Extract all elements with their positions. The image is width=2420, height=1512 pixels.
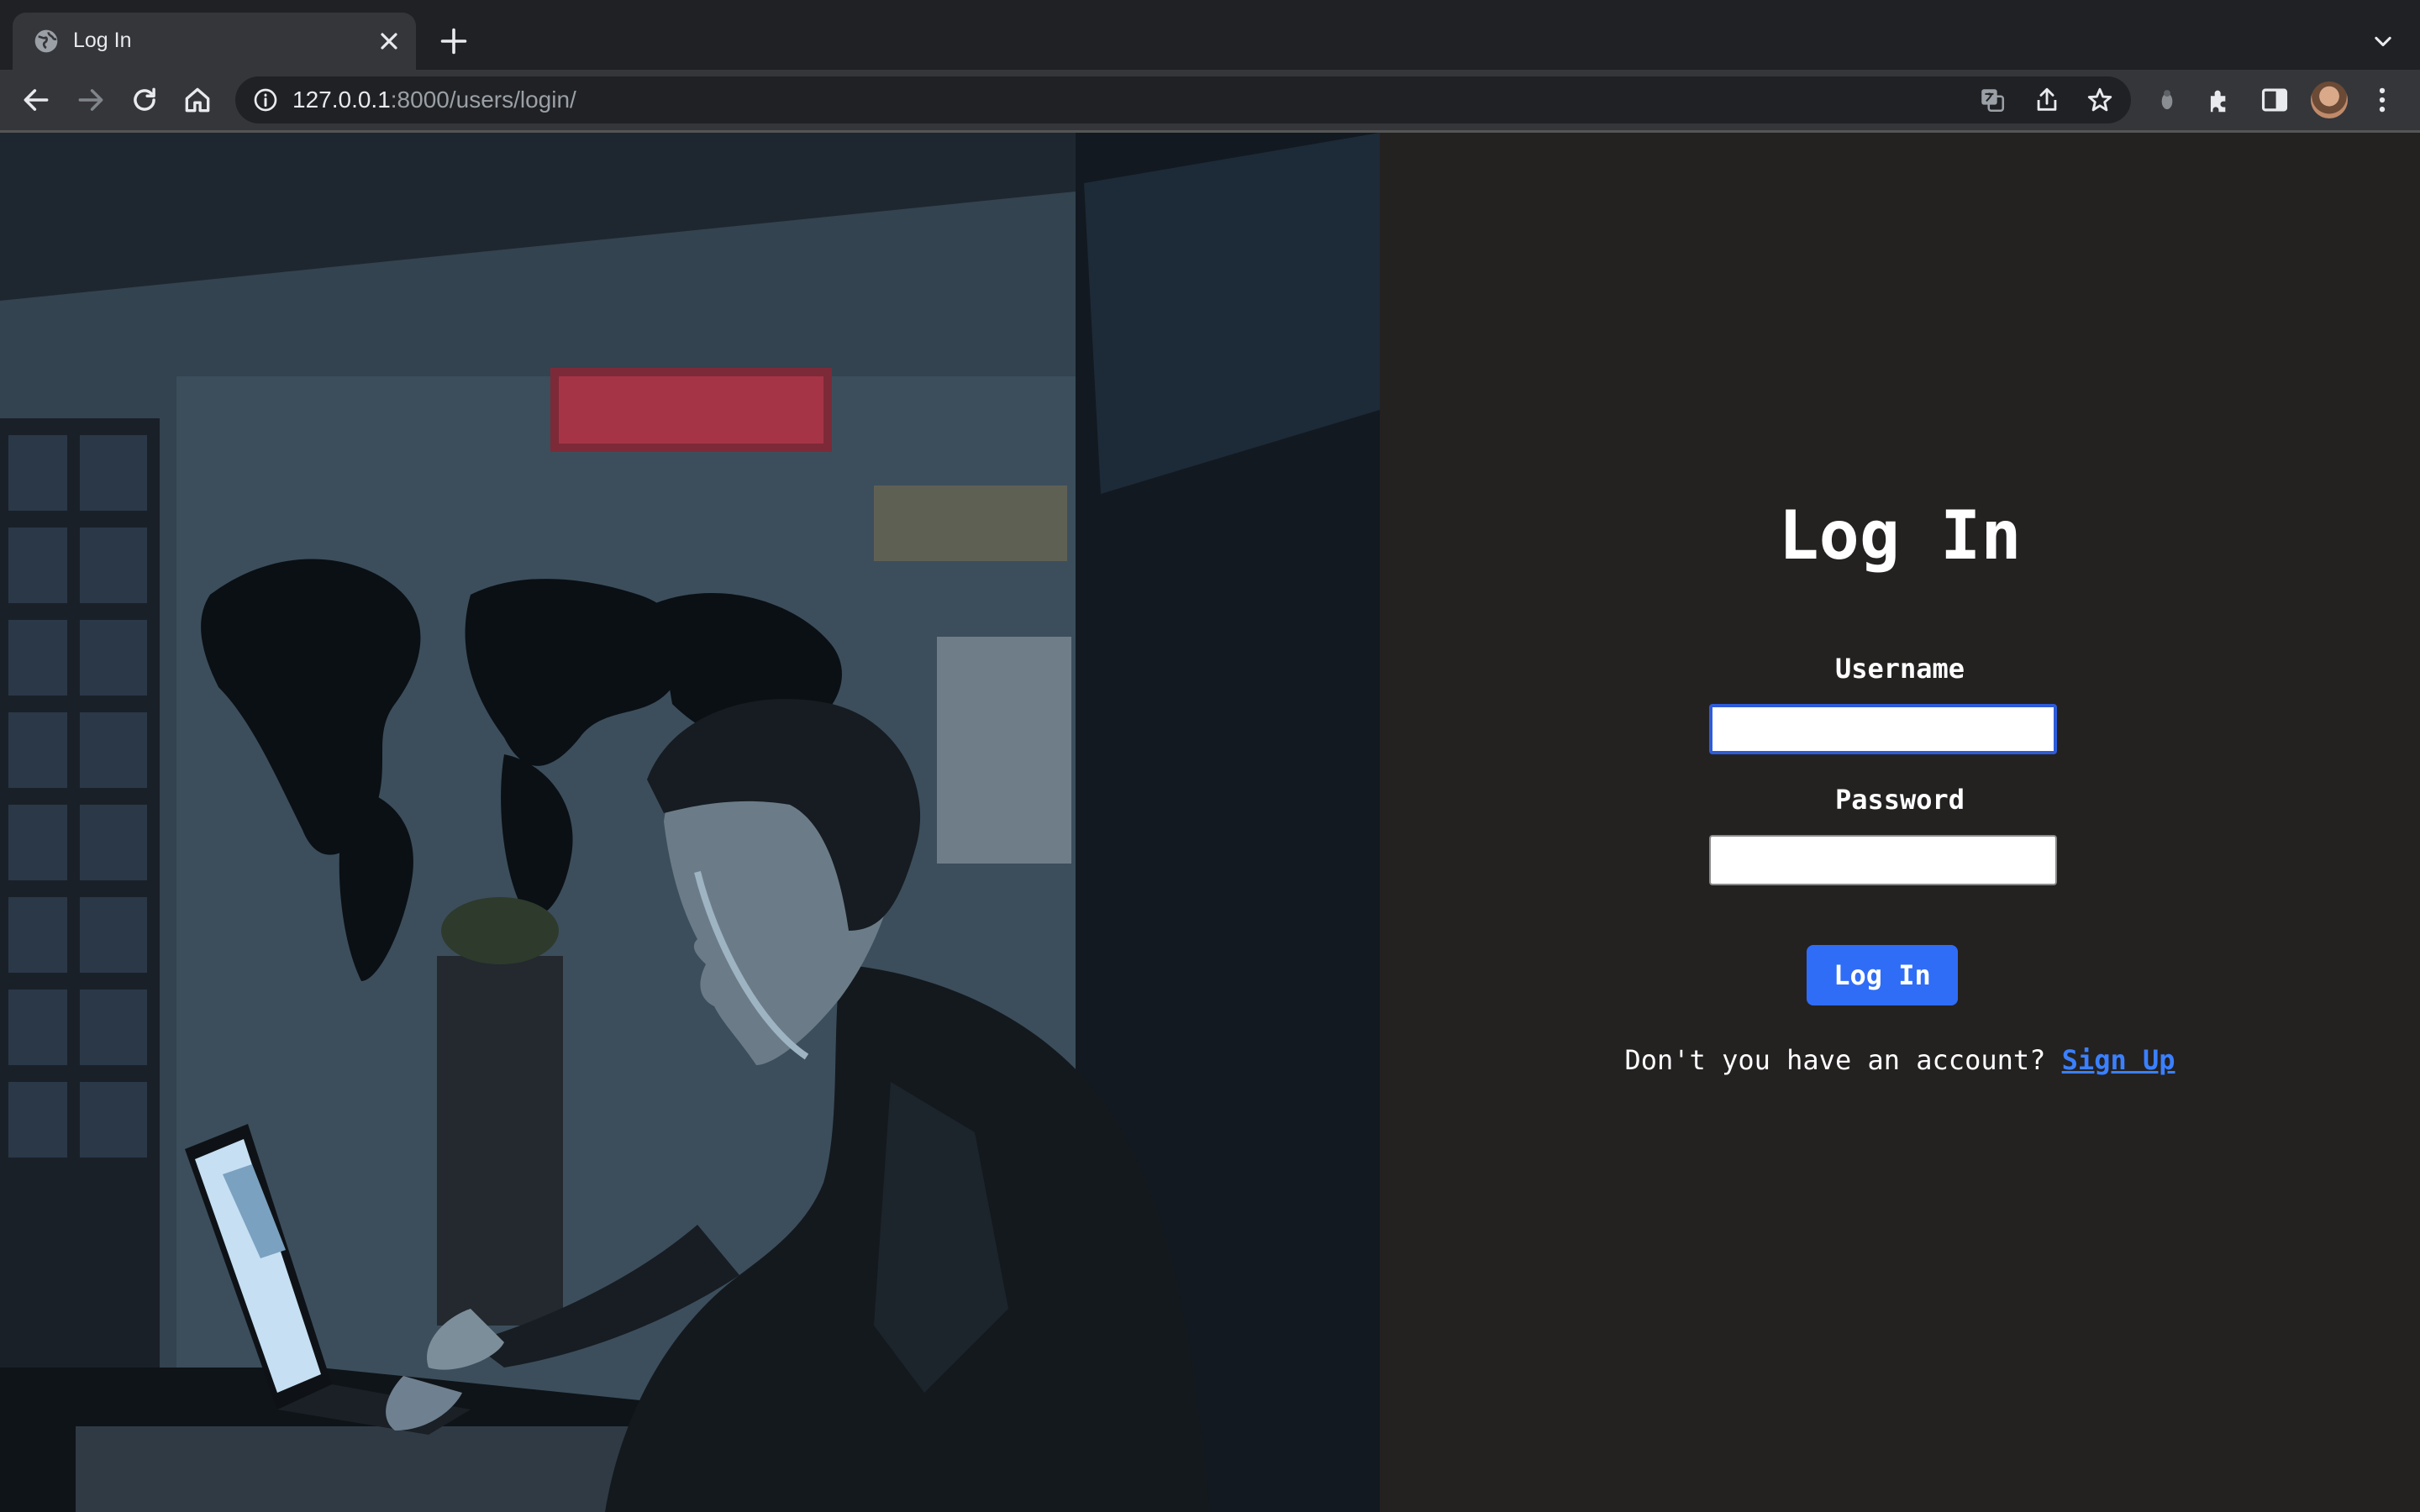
profile-avatar[interactable] (2311, 81, 2348, 118)
page-content: Log In Username Password Log In Don't yo… (0, 133, 2420, 1512)
kebab-menu-icon[interactable] (2366, 84, 2398, 116)
close-icon[interactable] (376, 28, 402, 55)
url-text: 127.0.0.1:8000/users/login/ (292, 85, 576, 115)
tab-title: Log In (73, 29, 132, 52)
username-input[interactable] (1709, 704, 2057, 754)
translate-icon[interactable] (1978, 86, 2007, 114)
password-label: Password (1834, 784, 1965, 816)
signup-link[interactable]: Sign Up (2062, 1044, 2175, 1076)
login-panel: Log In Username Password Log In Don't yo… (1380, 133, 2420, 1512)
password-input[interactable] (1709, 835, 2057, 885)
chevron-down-icon[interactable] (2370, 30, 2396, 54)
back-arrow-icon[interactable] (20, 84, 52, 116)
signup-prompt-line: Don't you have an account? Sign Up (1380, 1042, 2420, 1079)
extension-icon[interactable] (2151, 84, 2183, 116)
signup-prompt-text: Don't you have an account? (1624, 1044, 2046, 1076)
tab-strip: Log In (0, 0, 2420, 70)
login-button[interactable]: Log In (1807, 945, 1958, 1005)
url-path: :8000/users/login/ (390, 87, 576, 113)
address-bar[interactable]: 127.0.0.1:8000/users/login/ (235, 76, 2131, 123)
forward-arrow-icon[interactable] (75, 84, 107, 116)
hero-photo-illustration (0, 133, 1380, 1512)
hero-image (0, 133, 1380, 1512)
info-icon[interactable] (252, 87, 279, 113)
globe-icon (34, 29, 58, 53)
new-tab-icon[interactable] (439, 26, 469, 56)
home-icon[interactable] (182, 84, 213, 116)
browser-toolbar: 127.0.0.1:8000/users/login/ (0, 70, 2420, 130)
reload-icon[interactable] (129, 84, 160, 116)
side-panel-icon[interactable] (2259, 84, 2291, 116)
url-host: 127.0.0.1 (292, 87, 391, 113)
browser-tab[interactable]: Log In (13, 13, 416, 70)
username-label: Username (1834, 653, 1965, 685)
star-icon[interactable] (2086, 86, 2114, 114)
puzzle-icon[interactable] (2204, 84, 2236, 116)
page-title: Log In (1778, 496, 2022, 575)
share-icon[interactable] (2033, 86, 2061, 114)
